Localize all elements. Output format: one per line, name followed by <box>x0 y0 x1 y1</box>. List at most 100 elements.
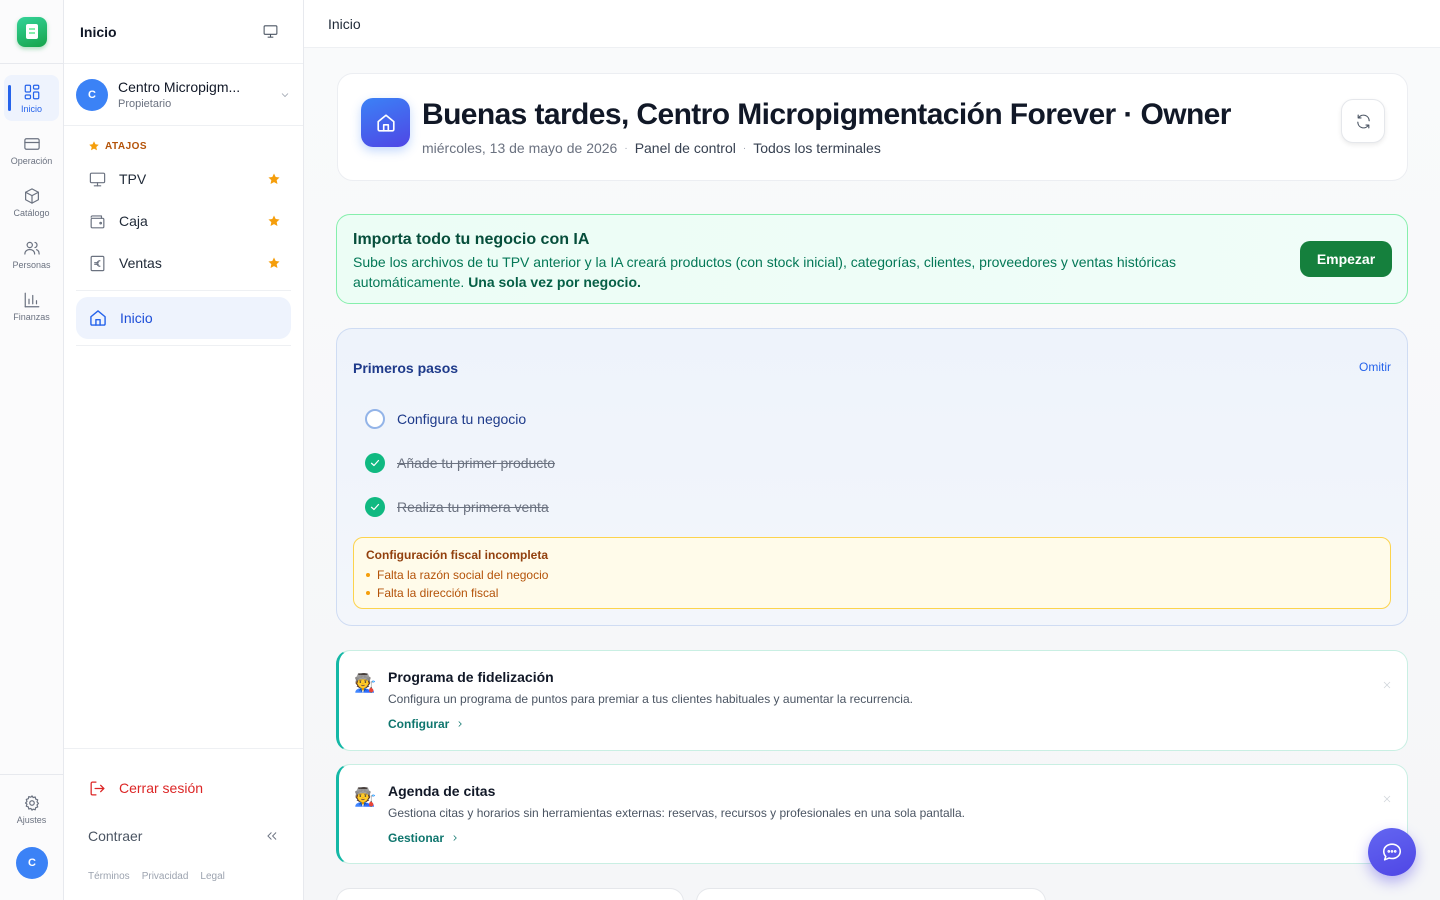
users-icon <box>23 241 40 255</box>
card-title: Programa de fidelización <box>388 669 554 685</box>
card-title: Agenda de citas <box>388 783 496 799</box>
stat-card-partial <box>336 888 684 900</box>
shortcut-caja[interactable]: Caja <box>64 200 303 242</box>
chevron-right-icon <box>453 835 457 841</box>
sidebar-title: Inicio <box>80 23 117 40</box>
rail-item-personas[interactable]: Personas <box>4 231 59 277</box>
loyalty-program-card: 🧑‍🏭 Programa de fidelización Configura u… <box>336 650 1408 751</box>
onboarding-title: Primeros pasos <box>353 360 459 376</box>
breadcrumb: Inicio <box>328 15 361 32</box>
card-description: Gestiona citas y horarios sin herramient… <box>388 806 965 820</box>
step-label: Configura tu negocio <box>397 411 527 427</box>
rail-item-catalogo[interactable]: Catálogo <box>4 179 59 225</box>
nav-item-label: Inicio <box>120 310 153 326</box>
appointments-card: 🧑‍🏭 Agenda de citas Gestiona citas y hor… <box>336 764 1408 864</box>
check-circle-icon <box>365 497 385 517</box>
sidebar-footer: Cerrar sesión Contraer Términos Privacid… <box>64 748 303 882</box>
rail-label: Personas <box>12 259 51 270</box>
legal-links: Términos Privacidad Legal <box>64 871 303 882</box>
close-icon[interactable] <box>1381 678 1393 690</box>
nav-divider <box>76 345 291 346</box>
current-date: miércoles, 13 de mayo de 2026 <box>422 140 618 156</box>
org-avatar: C <box>76 78 108 111</box>
star-icon[interactable] <box>267 214 281 228</box>
credit-card-icon <box>23 137 40 150</box>
legal-link[interactable]: Legal <box>200 871 224 882</box>
rail-label: Inicio <box>20 103 42 114</box>
terms-link[interactable]: Términos <box>88 871 130 882</box>
chevrons-left-icon <box>267 832 277 840</box>
dashboard-grid-icon <box>24 84 39 99</box>
greeting-subtitle: miércoles, 13 de mayo de 2026 · Panel de… <box>422 140 881 156</box>
separator-dot: · <box>742 142 747 154</box>
refresh-button[interactable] <box>1341 99 1385 143</box>
star-icon <box>89 141 99 151</box>
gear-icon <box>24 794 39 811</box>
onboarding-step[interactable]: Añade tu primer producto <box>365 452 555 474</box>
onboarding-step[interactable]: Realiza tu primera venta <box>365 496 549 518</box>
check-circle-icon <box>365 453 385 473</box>
worker-emoji-icon: 🧑‍🏭 <box>354 787 377 807</box>
stat-card-partial <box>696 888 1046 900</box>
rail-item-inicio[interactable]: Inicio <box>4 75 59 121</box>
card-description: Configura un programa de puntos para pre… <box>388 692 913 706</box>
monitor-icon[interactable] <box>262 23 279 40</box>
shortcut-label: TPV <box>119 171 147 187</box>
page-title: Buenas tardes, Centro Micropigmentación … <box>422 98 1231 131</box>
onboarding-step[interactable]: Configura tu negocio <box>365 408 526 430</box>
separator-dot: · <box>624 142 628 154</box>
logout-icon <box>90 781 105 795</box>
chat-button[interactable] <box>1368 828 1416 876</box>
ia-banner-emphasis: Una sola vez por negocio. <box>468 274 641 290</box>
chevron-down-icon <box>281 92 289 97</box>
sidebar: Inicio C Centro Micropigm... Propietario… <box>64 0 304 900</box>
app-logo[interactable] <box>17 17 47 47</box>
ia-banner-title: Importa todo tu negocio con IA <box>353 231 590 248</box>
fiscal-warning: Configuración fiscal incompleta Falta la… <box>353 537 1391 609</box>
main-content: Buenas tardes, Centro Micropigmentación … <box>304 48 1440 900</box>
collapse-sidebar-button[interactable]: Contraer <box>64 818 303 854</box>
chevron-right-icon <box>458 721 463 727</box>
rail-item-ajustes[interactable]: Ajustes <box>4 786 59 832</box>
star-icon[interactable] <box>267 172 281 186</box>
refresh-icon <box>1356 114 1370 128</box>
rail-divider <box>0 63 63 64</box>
manage-link[interactable]: Gestionar <box>388 831 460 845</box>
rail-label: Catálogo <box>13 207 50 218</box>
ia-banner-text: Sube los archivos de tu TPV anterior y l… <box>353 252 1253 292</box>
logout-label: Cerrar sesión <box>119 780 204 796</box>
sidebar-header: Inicio <box>64 0 303 64</box>
star-icon[interactable] <box>267 256 281 270</box>
skip-onboarding-link[interactable]: Omitir <box>1359 360 1391 374</box>
rail-label: Operación <box>10 155 53 166</box>
home-icon <box>90 310 106 326</box>
start-import-button[interactable]: Empezar <box>1300 241 1392 277</box>
home-icon <box>376 113 395 132</box>
shortcut-ventas[interactable]: Ventas <box>64 242 303 284</box>
onboarding-card: Primeros pasos Omitir Configura tu negoc… <box>336 328 1408 626</box>
terminals-label: Todos los terminales <box>753 140 881 156</box>
euro-receipt-icon <box>90 255 105 271</box>
shortcuts-header: ATAJOS <box>88 140 303 152</box>
shortcut-tpv[interactable]: TPV <box>64 158 303 200</box>
privacy-link[interactable]: Privacidad <box>142 871 189 882</box>
step-label: Añade tu primer producto <box>397 455 555 471</box>
configure-link[interactable]: Configurar <box>388 717 465 731</box>
nav-item-inicio[interactable]: Inicio <box>76 297 291 339</box>
close-icon[interactable] <box>1381 792 1393 804</box>
user-avatar[interactable]: C <box>16 847 48 879</box>
greeting-card: Buenas tardes, Centro Micropigmentación … <box>337 73 1408 181</box>
rail-item-finanzas[interactable]: Finanzas <box>4 283 59 329</box>
rail-item-operacion[interactable]: Operación <box>4 127 59 173</box>
org-switcher[interactable]: C Centro Micropigm... Propietario <box>64 64 303 126</box>
org-role: Propietario <box>118 98 172 110</box>
ia-import-banner: Importa todo tu negocio con IA Sube los … <box>336 214 1408 304</box>
logout-button[interactable]: Cerrar sesión <box>64 770 303 806</box>
nav-divider <box>76 290 291 291</box>
rail-label: Ajustes <box>16 814 47 825</box>
step-label: Realiza tu primera venta <box>397 499 549 515</box>
panel-label: Panel de control <box>634 140 736 156</box>
collapse-label: Contraer <box>88 828 143 844</box>
rail-label: Finanzas <box>13 311 50 322</box>
monitor-icon <box>89 172 106 186</box>
